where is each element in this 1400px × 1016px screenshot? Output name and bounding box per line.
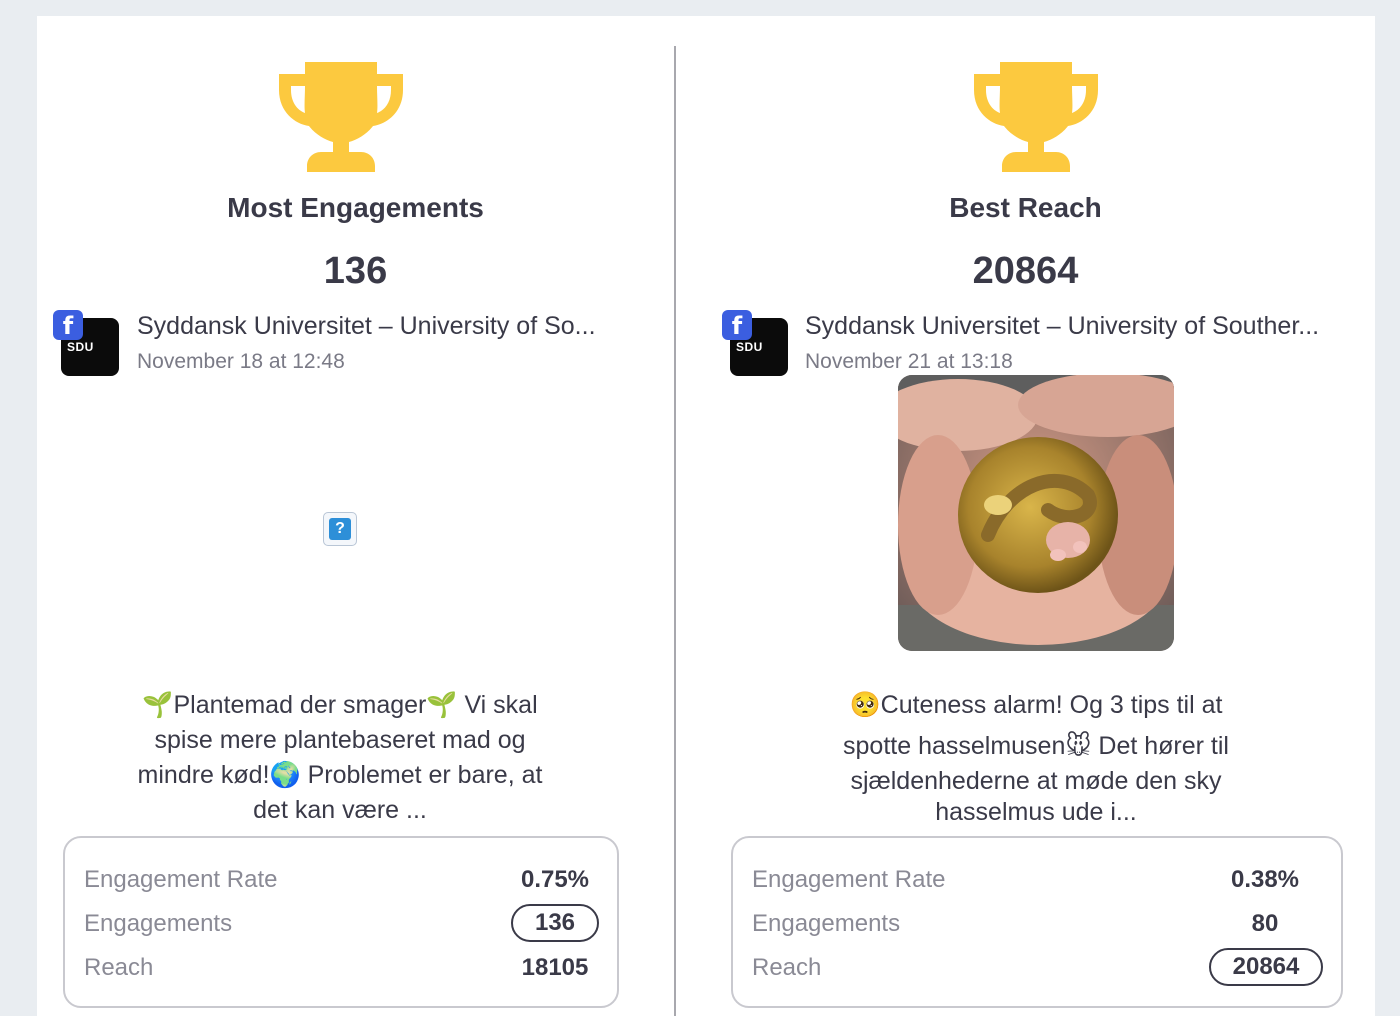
mouse-face-icon: 🐭 <box>1065 732 1092 760</box>
post-photo[interactable] <box>898 375 1174 651</box>
trophy-icon <box>279 62 403 172</box>
broken-image-icon[interactable]: ? <box>323 512 357 546</box>
panel-title: Most Engagements <box>227 192 484 223</box>
post-stats-box: Engagement Rate 0.75% Engagements 136 Re… <box>63 836 619 1008</box>
stat-row-reach: Reach 18105 <box>84 954 589 981</box>
post-caption[interactable]: 🥺Cuteness alarm! Og 3 tips til at spotte… <box>810 688 1262 830</box>
stat-row-engagement-rate: Engagement Rate 0.75% <box>84 866 590 893</box>
facebook-icon: f <box>53 310 83 340</box>
highlight-pill: 20864 <box>1209 948 1323 986</box>
page-name-link[interactable]: Syddansk Universitet – University of So.… <box>137 312 596 341</box>
most-engagements-panel: Most Engagements 136 SDU f Syddansk Univ… <box>37 16 674 1016</box>
avatar-logo-text: SDU <box>736 340 763 354</box>
post-timestamp: November 18 at 12:48 <box>137 350 345 373</box>
highlight-pill: 136 <box>511 904 599 942</box>
post-timestamp: November 21 at 13:18 <box>805 350 1013 373</box>
seedling-icon: 🌱 <box>142 691 174 719</box>
dormouse-photo <box>898 375 1174 651</box>
post-stats-box: Engagement Rate 0.38% Engagements 80 Rea… <box>731 836 1343 1008</box>
panel-title: Best Reach <box>949 192 1102 223</box>
page-name-link[interactable]: Syddansk Universitet – University of Sou… <box>805 312 1319 341</box>
globe-icon: 🌍 <box>269 761 301 789</box>
reach-count: 20864 <box>972 250 1079 292</box>
facebook-icon: f <box>722 310 752 340</box>
avatar-logo-text: SDU <box>67 340 94 354</box>
stat-row-engagements: Engagements 136 <box>65 904 617 944</box>
engagements-count: 136 <box>323 250 388 292</box>
pleading-face-icon: 🥺 <box>849 691 881 719</box>
seedling-icon: 🌱 <box>426 691 458 719</box>
stat-row-reach: Reach 20864 <box>733 948 1341 988</box>
trophy-icon <box>974 62 1098 172</box>
best-reach-panel: Best Reach 20864 SDU f Syddansk Universi… <box>676 16 1375 1016</box>
stat-row-engagement-rate: Engagement Rate 0.38% <box>752 866 1300 893</box>
stat-row-engagements: Engagements 80 <box>752 910 1279 937</box>
post-caption[interactable]: 🌱Plantemad der smager🌱 Vi skal spise mer… <box>77 688 603 828</box>
